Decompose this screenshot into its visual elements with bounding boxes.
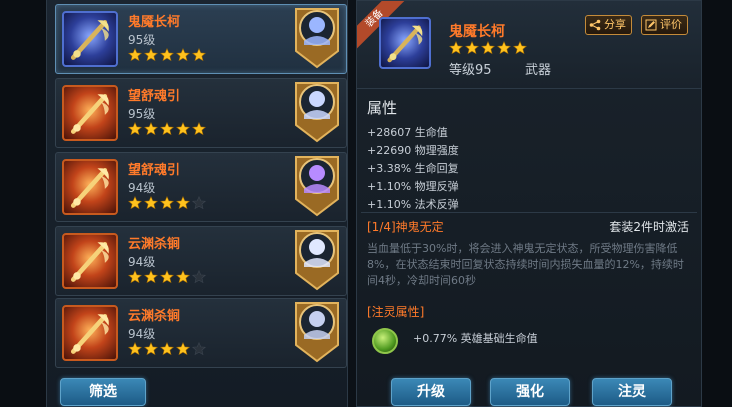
star-filled-icon [160, 270, 174, 284]
equipment-name: 望舒魂引 [128, 89, 181, 104]
attribute-row: +28607 生命值 [367, 126, 448, 139]
filter-button[interactable]: 筛选 [60, 378, 146, 406]
star-filled-icon [176, 270, 190, 284]
star-filled-icon [128, 196, 142, 210]
review-button[interactable]: 评价 [641, 15, 688, 35]
star-filled-icon [160, 122, 174, 136]
attribute-row: +1.10% 物理反弹 [367, 180, 459, 193]
star-filled-icon [128, 342, 142, 356]
star-filled-icon [449, 41, 463, 55]
infuse-button[interactable]: 注灵 [592, 378, 672, 406]
attributes-title: 属性 [367, 99, 398, 117]
star-rating [128, 48, 206, 64]
star-filled-icon [144, 48, 158, 62]
star-rating [128, 270, 206, 286]
hero-portrait-icon [294, 155, 340, 217]
equipment-item-4[interactable]: 云渊杀锏 94级 [55, 226, 347, 296]
share-label: 分享 [604, 18, 626, 31]
equipment-detail-panel: 装备 鬼魇长柯 等级95 武器 分享 评价 属性 +28607 生命值 +226… [356, 0, 702, 407]
equipment-item-2[interactable]: 望舒魂引 95级 [55, 78, 347, 148]
star-empty-icon [192, 342, 206, 356]
set-bonus-activation: 套装2件时激活 [609, 220, 689, 234]
attribute-row: +3.38% 生命回复 [367, 162, 459, 175]
weapon-icon [62, 233, 118, 289]
weapon-icon [62, 305, 118, 361]
star-filled-icon [160, 342, 174, 356]
equipment-name: 云渊杀锏 [128, 309, 181, 324]
review-label: 评价 [660, 18, 682, 31]
star-rating [128, 196, 206, 212]
equipment-level: 94级 [128, 255, 156, 269]
star-filled-icon [160, 48, 174, 62]
weapon-icon [62, 159, 118, 215]
star-filled-icon [160, 196, 174, 210]
star-filled-icon [176, 342, 190, 356]
attribute-row: +22690 物理强度 [367, 144, 459, 157]
hero-portrait-icon [294, 229, 340, 291]
star-filled-icon [497, 41, 511, 55]
hero-portrait-icon [294, 7, 340, 69]
star-filled-icon [128, 48, 142, 62]
equipment-level: 94级 [128, 327, 156, 341]
hero-portrait-icon [294, 301, 340, 363]
equipment-name: 鬼魇长柯 [128, 15, 181, 30]
equipment-type: 武器 [525, 63, 552, 78]
left-edge [0, 0, 46, 407]
detail-header: 装备 鬼魇长柯 等级95 武器 分享 评价 [357, 1, 701, 89]
enhance-button[interactable]: 强化 [490, 378, 570, 406]
star-filled-icon [192, 122, 206, 136]
weapon-icon [62, 85, 118, 141]
equipment-level: 95级 [128, 33, 156, 47]
divider [361, 212, 697, 213]
equipment-item-1[interactable]: 鬼魇长柯 95级 [55, 4, 347, 74]
star-empty-icon [192, 196, 206, 210]
star-rating [449, 41, 527, 55]
weapon-icon [62, 11, 118, 67]
star-filled-icon [144, 270, 158, 284]
star-filled-icon [128, 122, 142, 136]
star-filled-icon [128, 270, 142, 284]
spirit-attribute-value: +0.77% 英雄基础生命值 [413, 332, 538, 345]
star-filled-icon [144, 196, 158, 210]
equipment-item-5[interactable]: 云渊杀锏 94级 [55, 298, 347, 368]
star-filled-icon [465, 41, 479, 55]
equipment-name: 望舒魂引 [128, 163, 181, 178]
set-bonus-title: [1/4]神鬼无定 [367, 220, 444, 234]
weapon-icon [379, 17, 431, 69]
share-icon [589, 19, 601, 31]
set-bonus-description: 当血量低于30%时，将会进入神鬼无定状态，所受物理伤害降低8%，在状态结束时回复… [367, 242, 684, 287]
star-filled-icon [481, 41, 495, 55]
leaf-gem-icon [372, 328, 398, 354]
equipment-list-panel: 鬼魇长柯 95级 望舒魂引 95级 望舒魂引 94级 云渊杀锏 94级 云渊杀锏… [46, 0, 348, 407]
equipment-level: 94级 [128, 181, 156, 195]
spirit-attributes-title: [注灵属性] [367, 305, 425, 319]
star-filled-icon [176, 48, 190, 62]
equipment-name: 云渊杀锏 [128, 237, 181, 252]
right-edge [702, 0, 732, 407]
star-rating [128, 342, 206, 358]
edit-icon [645, 19, 657, 31]
star-filled-icon [176, 122, 190, 136]
star-empty-icon [192, 270, 206, 284]
star-rating [128, 122, 206, 138]
equipment-item-3[interactable]: 望舒魂引 94级 [55, 152, 347, 222]
hero-portrait-icon [294, 81, 340, 143]
equipment-level: 等级95 [449, 63, 492, 78]
star-filled-icon [513, 41, 527, 55]
star-filled-icon [144, 122, 158, 136]
star-filled-icon [144, 342, 158, 356]
upgrade-button[interactable]: 升级 [391, 378, 471, 406]
equipment-level: 95级 [128, 107, 156, 121]
share-button[interactable]: 分享 [585, 15, 632, 35]
attributes-list: +28607 生命值 +22690 物理强度 +3.38% 生命回复 +1.10… [367, 124, 687, 214]
star-filled-icon [192, 48, 206, 62]
equipment-name: 鬼魇长柯 [449, 24, 505, 40]
star-filled-icon [176, 196, 190, 210]
